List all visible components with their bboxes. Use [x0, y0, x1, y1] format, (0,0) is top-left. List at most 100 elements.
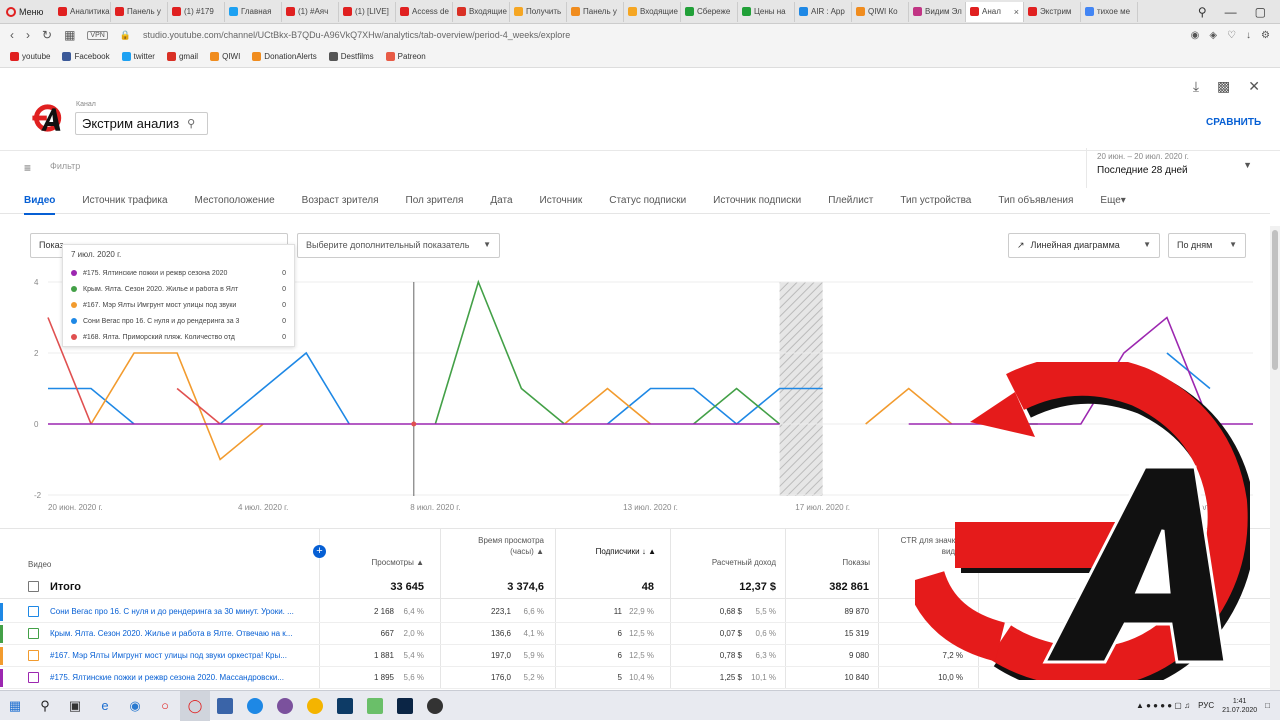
bookmark-item[interactable]: DonationAlerts [252, 52, 317, 61]
browser-tab[interactable]: QIWI Ко [852, 1, 909, 22]
browser-tab[interactable]: Видим Эл [909, 1, 966, 22]
bookmark-item[interactable]: gmail [166, 52, 198, 61]
dimension-tab[interactable]: Тип объявления [998, 188, 1073, 214]
channel-select[interactable]: Экстрим анализ ⚲ [75, 112, 208, 135]
column-header-watch-time[interactable]: Время просмотра (часы) ▲ [470, 535, 544, 557]
browser-tab[interactable]: тихое ме [1081, 1, 1138, 22]
filter-input[interactable]: Фильтр [50, 161, 80, 171]
bookmark-item[interactable]: QIWI [210, 52, 240, 61]
video-title-link[interactable]: Сони Вегас про 16. С нуля и до рендеринг… [50, 607, 315, 616]
shield-icon[interactable]: ◈ [1209, 30, 1217, 41]
browser-tab[interactable]: Главная [225, 1, 282, 22]
vpn-badge[interactable]: VPN [87, 30, 108, 40]
save-icon[interactable] [210, 691, 240, 721]
column-header-revenue[interactable]: Расчетный доход [690, 557, 776, 568]
bookmark-item[interactable]: Patreon [385, 52, 426, 61]
reload-icon[interactable]: ↻ [42, 28, 52, 42]
dimension-tab[interactable]: Тип устройства [900, 188, 971, 214]
task-view-icon[interactable]: ▣ [60, 691, 90, 721]
filter-icon[interactable]: ≡ [24, 161, 31, 175]
dimension-tab[interactable]: Плейлист [828, 188, 873, 214]
select-all-checkbox[interactable] [28, 581, 39, 592]
compare-button[interactable]: СРАВНИТЬ [1206, 117, 1261, 128]
row-checkbox[interactable] [28, 606, 39, 617]
video-title-link[interactable]: #167. Мэр Ялты Имгрунт мост улицы под зв… [50, 651, 315, 660]
browser-tab[interactable]: (1) #179 [168, 1, 225, 22]
row-checkbox[interactable] [28, 672, 39, 683]
dimension-tab[interactable]: Источник трафика [82, 188, 167, 214]
bookmark-item[interactable]: twitter [121, 52, 155, 61]
browser-tab[interactable]: AIR : App [795, 1, 852, 22]
browser-tab[interactable]: Сбереже [681, 1, 738, 22]
bookmark-item[interactable]: Facebook [62, 52, 110, 61]
download-icon[interactable]: ⤓ [1193, 78, 1199, 95]
dimension-tab[interactable]: Источник [540, 188, 583, 214]
period-select[interactable]: По дням ▼ [1168, 233, 1246, 258]
back-icon[interactable]: ‹ [10, 28, 14, 42]
ie-icon[interactable]: ◉ [120, 691, 150, 721]
column-header-subs[interactable]: Подписчики ↓ ▲ [580, 546, 656, 557]
row-checkbox[interactable] [28, 628, 39, 639]
dimension-tab[interactable]: Местоположение [195, 188, 275, 214]
forward-icon[interactable]: › [26, 28, 30, 42]
browser-tab[interactable]: Аналитика [54, 1, 111, 22]
browser-tab[interactable]: Входящие [453, 1, 510, 22]
browser-tab[interactable]: Экстрим [1024, 1, 1081, 22]
opera-icon[interactable]: ○ [150, 691, 180, 721]
column-header-views[interactable]: Просмотры ▲ [330, 557, 424, 568]
opera-running-icon[interactable]: ◯ [180, 690, 210, 721]
browser-tab[interactable]: Цены на [738, 1, 795, 22]
feedback-icon[interactable]: ▩ [1217, 78, 1230, 95]
browser-tab[interactable]: Получить [510, 1, 567, 22]
browser-tab[interactable]: Анал × [966, 1, 1024, 22]
browser-tab[interactable]: Входящие [624, 1, 681, 22]
notepad-icon[interactable] [360, 691, 390, 721]
search-icon[interactable]: ⚲ [30, 691, 60, 721]
dimension-tab[interactable]: Видео [24, 188, 56, 215]
viber-icon[interactable] [270, 691, 300, 721]
video-title-link[interactable]: Крым. Ялта. Сезон 2020. Жилье и работа в… [50, 629, 315, 638]
chrome-icon[interactable] [300, 691, 330, 721]
browser-tab[interactable]: Панель у [567, 1, 624, 22]
disc-icon[interactable] [420, 691, 450, 721]
windows-start-button[interactable]: ▦ [0, 691, 30, 721]
tiles-icon[interactable]: ▦ [64, 28, 75, 42]
dimension-tab[interactable]: Дата [490, 188, 512, 214]
column-header-video[interactable]: Видео [28, 559, 51, 570]
camera-icon[interactable]: ◉ [1191, 30, 1200, 41]
date-range-select[interactable]: 20 июн. – 20 июл. 2020 г. Последние 28 д… [1086, 148, 1260, 188]
edge-icon[interactable]: e [90, 691, 120, 721]
close-tab-icon[interactable]: × [1014, 7, 1019, 17]
url-field[interactable]: studio.youtube.com/channel/UCtBkx-B7QDu-… [143, 30, 570, 40]
minimize-button[interactable]: — [1225, 5, 1237, 19]
dimension-tab[interactable]: Возраст зрителя [302, 188, 379, 214]
chart-type-select[interactable]: ↗ Линейная диаграмма ▼ [1008, 233, 1160, 258]
extra-metric-select[interactable]: Выберите дополнительный показатель ▼ [297, 233, 500, 258]
language-indicator[interactable]: РУС [1198, 701, 1214, 710]
dimension-tab[interactable]: Источник подписки [713, 188, 801, 214]
bookmark-item[interactable]: Destfilms [328, 52, 374, 61]
column-header-impressions[interactable]: Показы [800, 557, 870, 568]
clock[interactable]: 1:41 21.07.2020 [1222, 697, 1257, 715]
notifications-icon[interactable]: □ [1265, 701, 1270, 710]
dimension-tab[interactable]: Еще ▾ [1100, 188, 1125, 214]
settings-icon[interactable]: ⚙ [1261, 30, 1270, 41]
heart-icon[interactable]: ♡ [1227, 30, 1236, 41]
browser-tab[interactable]: (1) #Аяч [282, 1, 339, 22]
dimension-tab[interactable]: Пол зрителя [406, 188, 464, 214]
browser-tab[interactable]: (1) [LIVE] [339, 1, 396, 22]
bookmark-item[interactable]: youtube [10, 52, 50, 61]
maximize-button[interactable]: ▢ [1255, 5, 1266, 19]
scrollbar-thumb[interactable] [1272, 230, 1278, 370]
browser-tab[interactable]: Access de [396, 1, 453, 22]
search-icon[interactable]: ⚲ [1198, 5, 1207, 19]
photoshop-icon[interactable] [390, 691, 420, 721]
close-icon[interactable]: ✕ [1248, 78, 1260, 95]
video-title-link[interactable]: #175. Ялтинские пожки и режвр сезона 202… [50, 673, 315, 682]
add-column-button[interactable]: + [313, 545, 326, 558]
tray-icons[interactable]: ▲ ● ● ● ● ▢ ♫ [1136, 701, 1190, 710]
download-icon[interactable]: ↓ [1246, 30, 1251, 41]
vegas-icon[interactable] [330, 691, 360, 721]
row-checkbox[interactable] [28, 650, 39, 661]
dimension-tab[interactable]: Статус подписки [609, 188, 686, 214]
